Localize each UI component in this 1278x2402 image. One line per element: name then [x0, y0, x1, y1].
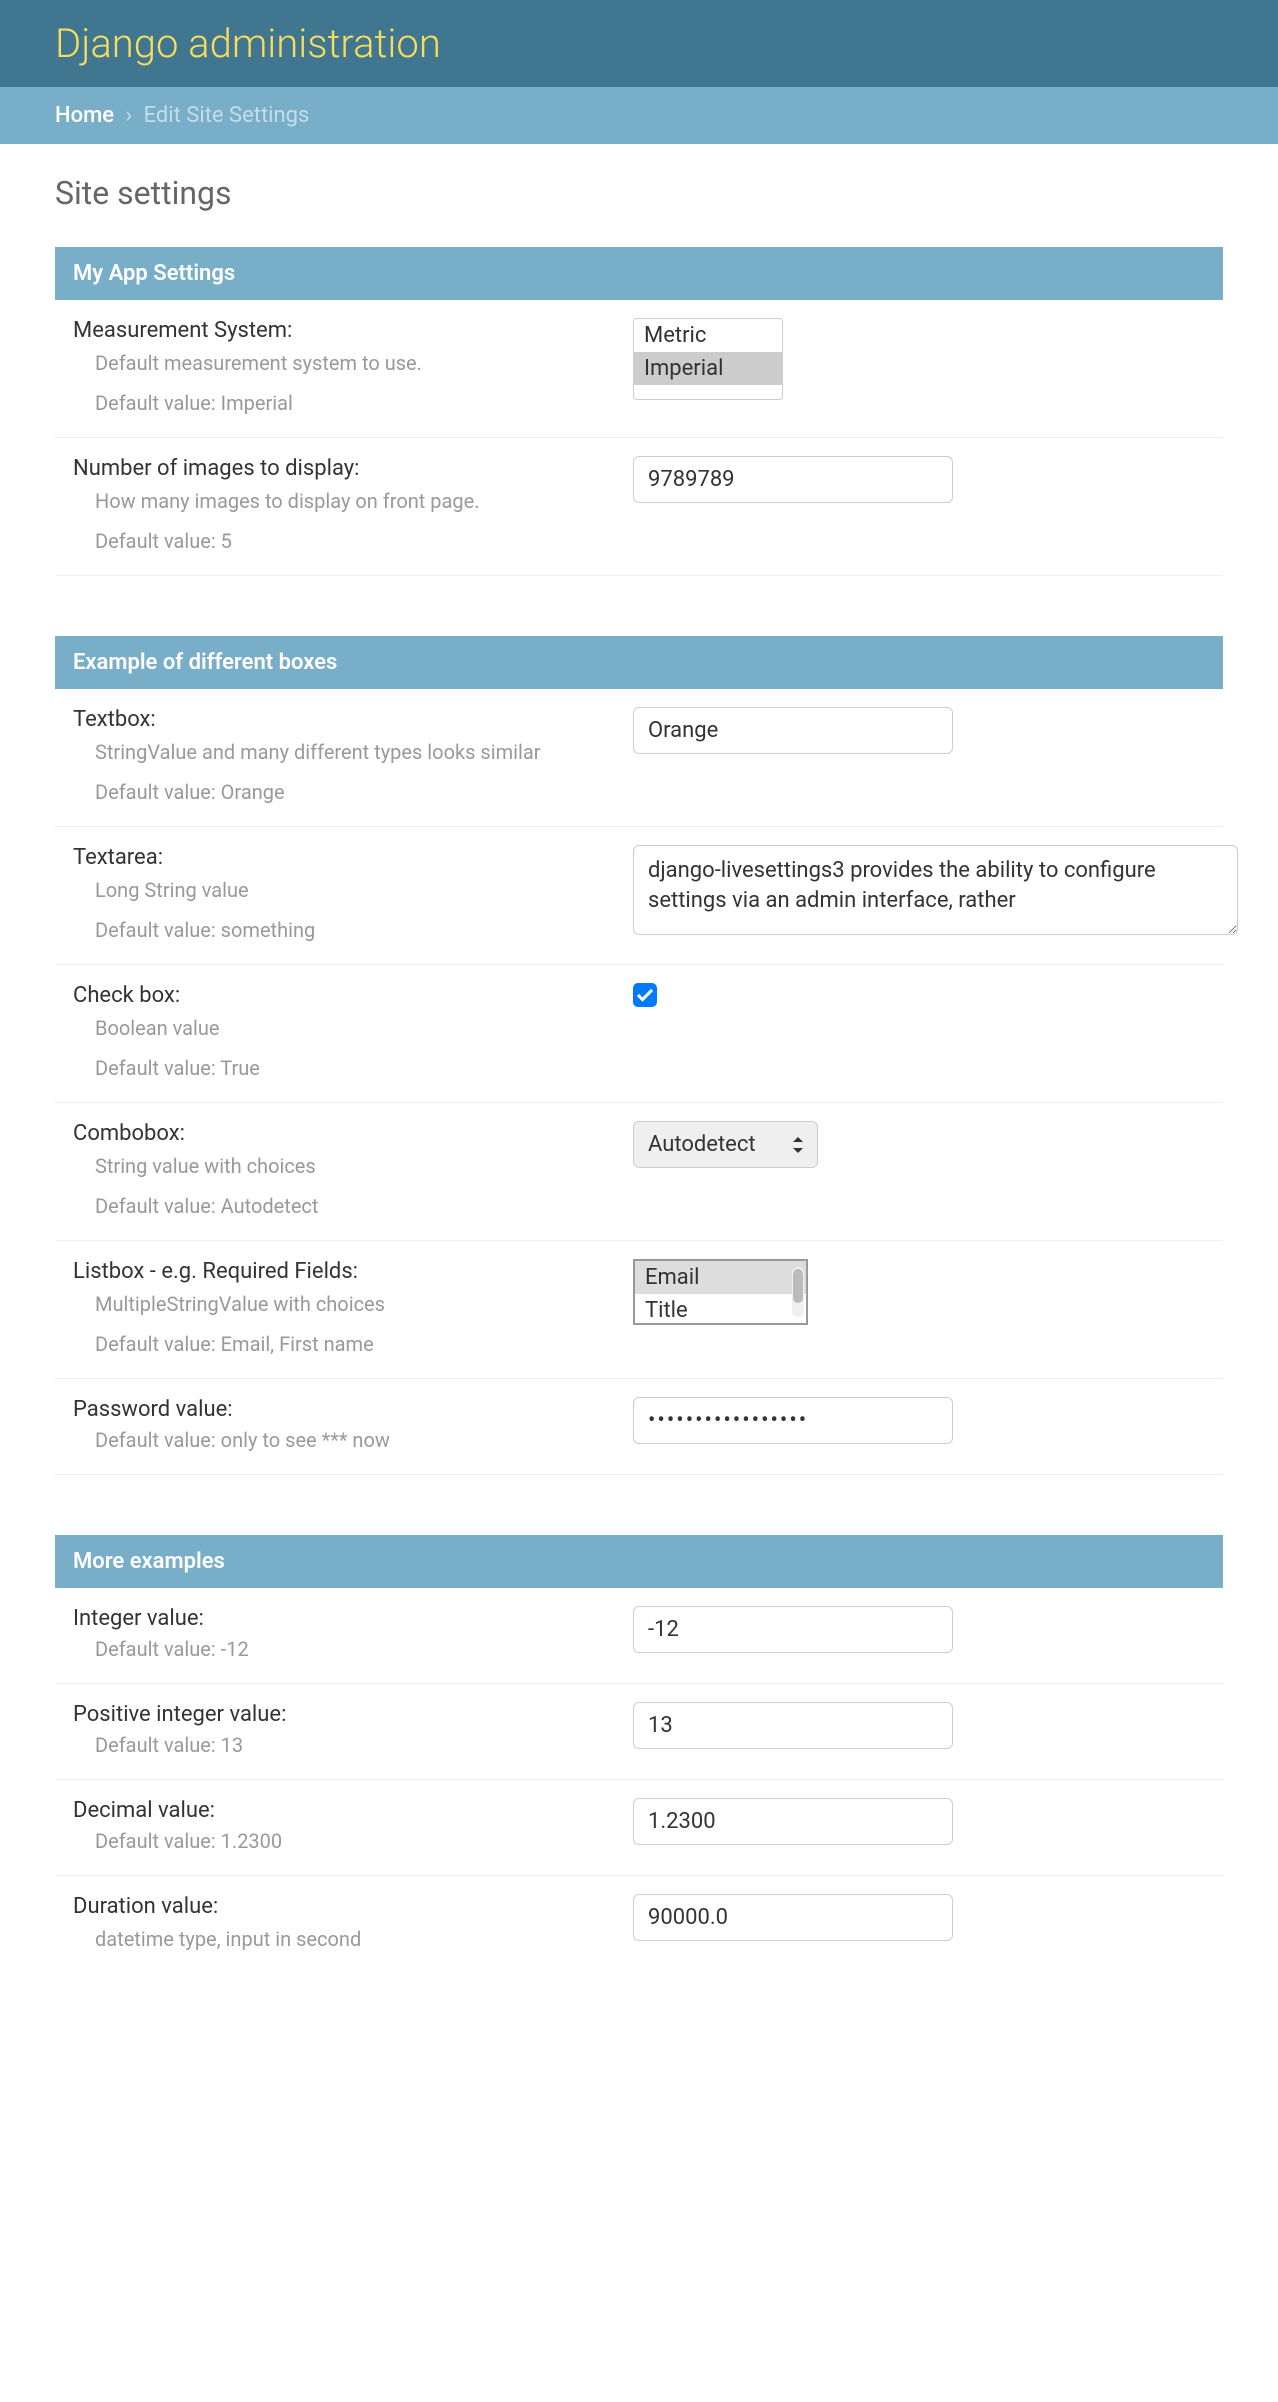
page-title: Site settings: [55, 174, 1223, 212]
label-textbox: Textbox:: [73, 707, 613, 732]
default-password: Default value: only to see *** now: [95, 1428, 613, 1452]
help-checkbox: Boolean value: [95, 1014, 613, 1042]
help-textbox: StringValue and many different types loo…: [95, 738, 613, 766]
breadcrumb-current: Edit Site Settings: [144, 103, 310, 128]
row-listbox: Listbox - e.g. Required Fields: Multiple…: [55, 1241, 1223, 1379]
option-email[interactable]: Email: [635, 1261, 806, 1294]
row-checkbox: Check box: Boolean value Default value: …: [55, 965, 1223, 1103]
default-textarea: Default value: something: [95, 918, 613, 942]
listbox-scrollbar-thumb[interactable]: [793, 1269, 803, 1303]
label-checkbox: Check box:: [73, 983, 613, 1008]
label-duration: Duration value:: [73, 1894, 613, 1919]
help-combobox: String value with choices: [95, 1152, 613, 1180]
help-measurement-system: Default measurement system to use.: [95, 349, 613, 377]
row-combobox: Combobox: String value with choices Defa…: [55, 1103, 1223, 1241]
row-password: Password value: Default value: only to s…: [55, 1379, 1223, 1475]
input-num-images[interactable]: [633, 456, 953, 503]
input-password[interactable]: [633, 1397, 953, 1444]
default-positive-integer: Default value: 13: [95, 1733, 613, 1757]
help-listbox: MultipleStringValue with choices: [95, 1290, 613, 1318]
breadcrumb-home[interactable]: Home: [55, 103, 114, 128]
select-combobox[interactable]: Autodetect: [633, 1121, 818, 1168]
label-num-images: Number of images to display:: [73, 456, 613, 481]
checkbox-boolean[interactable]: [633, 983, 657, 1007]
input-decimal[interactable]: [633, 1798, 953, 1845]
label-password: Password value:: [73, 1397, 613, 1422]
label-positive-integer: Positive integer value:: [73, 1702, 613, 1727]
listbox-measurement-system[interactable]: Metric Imperial: [633, 318, 783, 400]
input-duration[interactable]: [633, 1894, 953, 1941]
option-title[interactable]: Title: [635, 1294, 806, 1325]
default-num-images: Default value: 5: [95, 529, 613, 553]
row-integer: Integer value: Default value: -12: [55, 1588, 1223, 1684]
section-example-boxes: Example of different boxes: [55, 636, 1223, 689]
label-combobox: Combobox:: [73, 1121, 613, 1146]
help-duration: datetime type, input in second: [95, 1925, 613, 1953]
help-textarea: Long String value: [95, 876, 613, 904]
row-positive-integer: Positive integer value: Default value: 1…: [55, 1684, 1223, 1780]
breadcrumb-separator: ›: [126, 103, 133, 128]
help-num-images: How many images to display on front page…: [95, 487, 613, 515]
section-more-examples: More examples: [55, 1535, 1223, 1588]
default-checkbox: Default value: True: [95, 1056, 613, 1080]
row-textbox: Textbox: StringValue and many different …: [55, 689, 1223, 827]
default-listbox: Default value: Email, First name: [95, 1332, 613, 1356]
label-listbox: Listbox - e.g. Required Fields:: [73, 1259, 613, 1284]
select-arrows-icon: [793, 1137, 803, 1153]
row-textarea: Textarea: Long String value Default valu…: [55, 827, 1223, 965]
default-integer: Default value: -12: [95, 1637, 613, 1661]
section-my-app-settings: My App Settings: [55, 247, 1223, 300]
label-textarea: Textarea:: [73, 845, 613, 870]
admin-header: Django administration: [0, 0, 1278, 87]
select-combobox-value: Autodetect: [648, 1132, 756, 1157]
label-decimal: Decimal value:: [73, 1798, 613, 1823]
label-measurement-system: Measurement System:: [73, 318, 613, 343]
default-measurement-system: Default value: Imperial: [95, 391, 613, 415]
breadcrumbs: Home › Edit Site Settings: [0, 87, 1278, 144]
default-textbox: Default value: Orange: [95, 780, 613, 804]
admin-title: Django administration: [55, 20, 1223, 67]
input-textbox[interactable]: [633, 707, 953, 754]
row-duration: Duration value: datetime type, input in …: [55, 1876, 1223, 1975]
option-metric[interactable]: Metric: [634, 319, 782, 352]
listbox-scrollbar[interactable]: [792, 1267, 804, 1317]
row-num-images: Number of images to display: How many im…: [55, 438, 1223, 576]
listbox-required-fields[interactable]: Email Title: [633, 1259, 808, 1325]
row-decimal: Decimal value: Default value: 1.2300: [55, 1780, 1223, 1876]
label-integer: Integer value:: [73, 1606, 613, 1631]
input-positive-integer[interactable]: [633, 1702, 953, 1749]
input-integer[interactable]: [633, 1606, 953, 1653]
option-imperial[interactable]: Imperial: [634, 352, 782, 385]
default-decimal: Default value: 1.2300: [95, 1829, 613, 1853]
textarea-long-string[interactable]: django-livesettings3 provides the abilit…: [633, 845, 1238, 935]
default-combobox: Default value: Autodetect: [95, 1194, 613, 1218]
row-measurement-system: Measurement System: Default measurement …: [55, 300, 1223, 438]
